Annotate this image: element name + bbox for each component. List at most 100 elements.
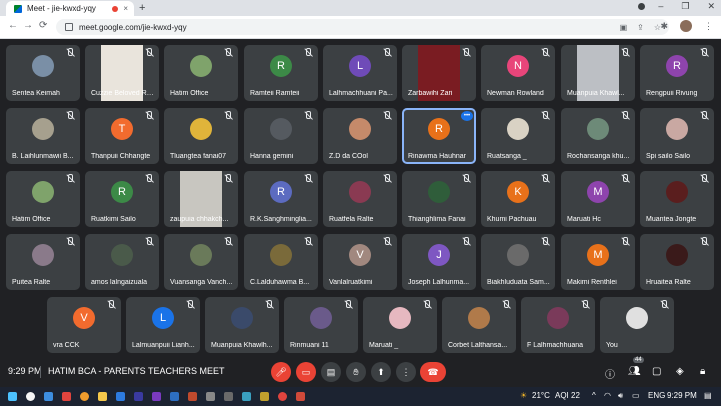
participant-tile[interactable]: Spi sailo Sailo — [640, 108, 714, 164]
participant-tile[interactable]: Hanna gemini — [244, 108, 318, 164]
participant-tile[interactable]: Rochansanga khu... — [561, 108, 635, 164]
word-icon[interactable] — [170, 392, 179, 401]
participant-tile[interactable]: zaupuia chhakch... — [164, 171, 238, 227]
participant-name: Hanna gemini — [250, 153, 294, 160]
participant-tile[interactable]: Vuansanga Vanch... — [164, 234, 238, 290]
participant-tile[interactable]: C.Lalduhawma B... — [244, 234, 318, 290]
firefox-icon[interactable] — [80, 392, 89, 401]
raise-hand-button[interactable]: ✋︎ — [346, 362, 366, 382]
participant-tile[interactable]: J Joseph Lalhunma... — [402, 234, 476, 290]
extensions-icon[interactable]: ✱ — [660, 21, 668, 32]
profile-avatar[interactable] — [680, 20, 692, 32]
aqi-text[interactable]: AQI 22 — [555, 391, 580, 400]
url-text[interactable]: meet.google.com/jie-kwxd-yqy — [79, 23, 187, 32]
participant-tile[interactable]: R ••• Rinawma Hauhnar — [402, 108, 476, 164]
weather-temp[interactable]: 21°C — [532, 391, 550, 400]
camera-icon[interactable]: ▣ — [620, 23, 628, 32]
forward-button[interactable]: → — [23, 20, 33, 31]
tab-search-icon[interactable] — [638, 3, 645, 10]
notifications-icon[interactable]: ▤ — [704, 391, 712, 400]
participant-tile[interactable]: Ruatfela Ralte — [323, 171, 397, 227]
back-button[interactable]: ← — [8, 20, 18, 31]
network-icon[interactable]: ◠ — [604, 391, 611, 400]
close-window-button[interactable]: ✕ — [707, 1, 715, 12]
menu-icon[interactable]: ⋮ — [704, 21, 713, 32]
app-icon-5[interactable] — [260, 392, 269, 401]
participant-tile[interactable]: Muanpuia Khawlh... — [205, 297, 279, 353]
address-bar[interactable]: meet.google.com/jie-kwxd-yqy ▣ ⇪ ☆ — [56, 19, 669, 35]
app-icon-6[interactable] — [296, 392, 305, 401]
participant-tile[interactable]: Muanpuia Khawl... — [561, 45, 635, 101]
participant-tile[interactable]: Vvra CCK — [47, 297, 121, 353]
app-icon-3[interactable] — [224, 392, 233, 401]
clock[interactable]: 9:29 PM — [667, 391, 697, 400]
after-effects-icon[interactable] — [152, 392, 161, 401]
participant-tile[interactable]: V Vanlalruatkimi — [323, 234, 397, 290]
host-controls-icon[interactable]: 🔒︎ — [700, 366, 705, 377]
captions-button[interactable]: ▤ — [321, 362, 341, 382]
premiere-icon[interactable] — [134, 392, 143, 401]
participant-tile[interactable]: L Lalmuanpuii Lianh... — [126, 297, 200, 353]
participant-tile[interactable]: Hatim Office — [6, 171, 80, 227]
search-icon[interactable] — [26, 392, 35, 401]
app-icon-4[interactable] — [242, 392, 251, 401]
minimize-button[interactable]: – — [658, 1, 663, 12]
photoshop-icon[interactable] — [116, 392, 125, 401]
participant-tile[interactable]: R Rengpuii Rivung — [640, 45, 714, 101]
edge-icon[interactable] — [44, 392, 53, 401]
reload-button[interactable]: ⟳ — [39, 20, 47, 31]
participant-tile[interactable]: Puitea Ralte — [6, 234, 80, 290]
info-icon[interactable]: ⓘ — [605, 366, 615, 381]
participant-tile[interactable]: Biakhluduata Sam... — [481, 234, 555, 290]
new-tab-button[interactable]: + — [139, 2, 145, 14]
participant-tile[interactable]: R Ramteii Ramteii — [244, 45, 318, 101]
chrome-icon[interactable] — [278, 392, 287, 401]
app-icon-2[interactable] — [206, 392, 215, 401]
powerpoint-icon[interactable] — [188, 392, 197, 401]
tab-close-icon[interactable]: × — [123, 4, 128, 13]
more-options-button[interactable]: ⋮ — [396, 362, 416, 382]
participant-tile[interactable]: Corbet Lalthansa... — [442, 297, 516, 353]
participant-tile[interactable]: amos lalngaizuala — [85, 234, 159, 290]
participant-tile[interactable]: Zarbawihi Zari — [402, 45, 476, 101]
participant-tile[interactable]: Hruaitea Ralte — [640, 234, 714, 290]
chat-icon[interactable]: ▢ — [652, 366, 661, 377]
participant-tile[interactable]: N Newman Rowland — [481, 45, 555, 101]
present-button[interactable]: ⬆ — [371, 362, 391, 382]
participant-tile[interactable]: Sentea Keimah — [6, 45, 80, 101]
participant-tile[interactable]: F Lalhmachhuana — [521, 297, 595, 353]
mic-off-button[interactable]: 🎤︎ — [271, 362, 291, 382]
file-explorer-icon[interactable] — [98, 392, 107, 401]
participant-tile[interactable]: Z.D da COol — [323, 108, 397, 164]
participant-tile[interactable]: Maruati _ — [363, 297, 437, 353]
language-indicator[interactable]: ENG — [648, 391, 665, 400]
participant-tile[interactable]: T Thanpuii Chhangte — [85, 108, 159, 164]
participant-tile[interactable]: Thianghlima Fanai — [402, 171, 476, 227]
activities-icon[interactable]: ◈ — [676, 366, 684, 377]
participant-tile[interactable]: L Lalhmachhuani Pa... — [323, 45, 397, 101]
participant-tile[interactable]: Ruatsanga _ — [481, 108, 555, 164]
participant-tile[interactable]: B. Laihlunmawii B... — [6, 108, 80, 164]
participant-tile[interactable]: Rinmuani 11 — [284, 297, 358, 353]
participant-tile[interactable]: M Maruati Hc — [561, 171, 635, 227]
participant-tile[interactable]: R Ruatkimi Sailo — [85, 171, 159, 227]
participant-tile[interactable]: Cuzzie Beloved Ranker — [85, 45, 159, 101]
participant-tile[interactable]: K Khumi Pachuau — [481, 171, 555, 227]
share-icon[interactable]: ⇪ — [637, 23, 644, 32]
tray-arrow-icon[interactable]: ^ — [592, 391, 596, 400]
participant-tile[interactable]: Tluangtea fanai07 — [164, 108, 238, 164]
maximize-button[interactable]: ❐ — [681, 1, 689, 12]
participant-tile[interactable]: You — [600, 297, 674, 353]
participant-tile[interactable]: Hatim Office — [164, 45, 238, 101]
leave-call-button[interactable]: ☎︎ — [420, 362, 446, 382]
app-icon[interactable] — [62, 392, 71, 401]
participant-tile[interactable]: Muantea Jongte — [640, 171, 714, 227]
volume-icon[interactable]: 🔊︎ — [618, 391, 623, 401]
participant-tile[interactable]: R R.K.Sanghminglia... — [244, 171, 318, 227]
windows-start-icon[interactable] — [8, 392, 17, 401]
battery-icon[interactable]: ▭ — [632, 391, 640, 400]
camera-off-button[interactable]: ▭ — [296, 362, 316, 382]
participant-tile[interactable]: M Makimi Renthlei — [561, 234, 635, 290]
people-icon[interactable]: 👥︎ — [628, 366, 641, 377]
tab-meet[interactable]: Meet - jie-kwxd-yqy × — [6, 1, 134, 16]
